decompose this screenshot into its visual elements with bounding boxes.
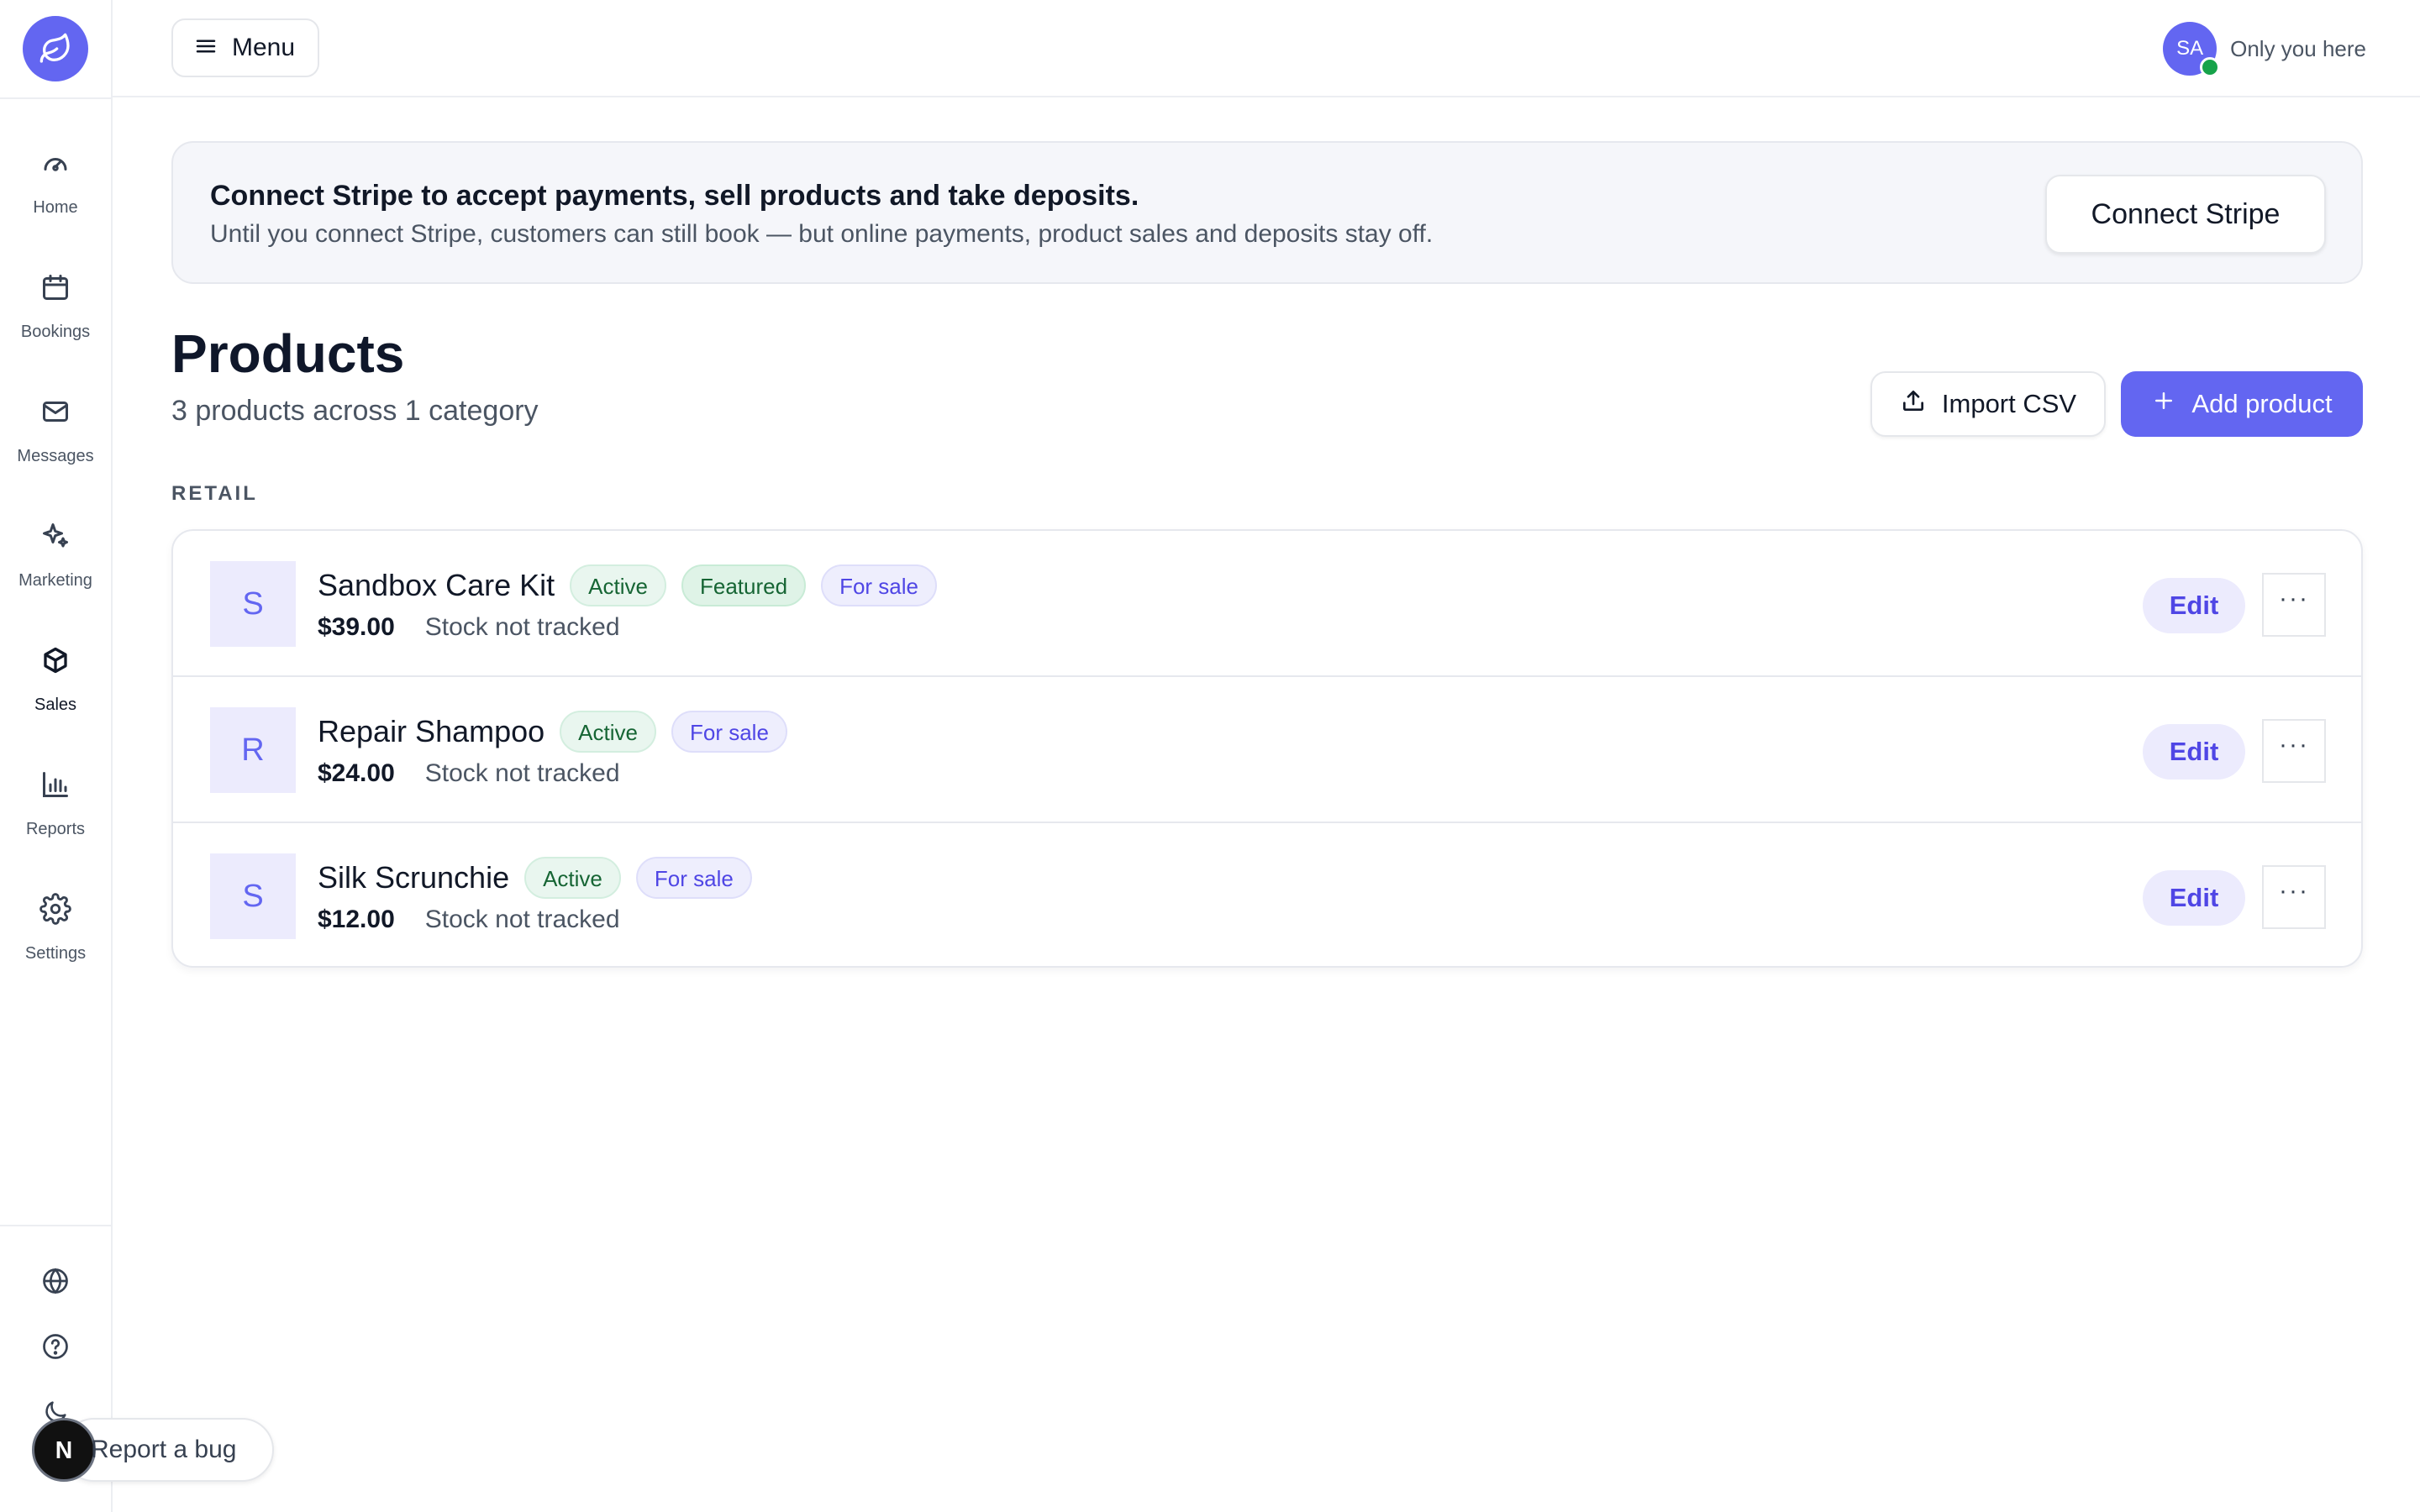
sidebar-item-home[interactable]: Home [0,134,111,259]
stock-status: Stock not tracked [424,906,620,933]
more-options-button[interactable]: ··· [2262,573,2326,637]
sidebar-item-reports[interactable]: Reports [0,756,111,880]
leaf-logo-icon[interactable] [23,16,88,81]
product-heading: Silk Scrunchie Active For sale [318,857,752,899]
user-presence: SA Only you here [2163,22,2366,77]
svg-text:N: N [55,1437,72,1464]
product-price: $39.00 [318,613,395,641]
edit-button[interactable]: Edit [2143,578,2245,633]
sidebar-item-messages[interactable]: Messages [0,383,111,507]
status-badge: Active [524,857,621,899]
product-name[interactable]: Sandbox Care Kit [318,568,555,603]
product-thumbnail: S [210,561,296,647]
banner-title: Connect Stripe to accept payments, sell … [210,180,1139,212]
globe-icon[interactable] [0,1248,111,1314]
upload-icon [1900,387,1927,421]
gear-icon [39,892,72,926]
sidebar-item-label: Settings [24,944,87,963]
product-meta: $24.00 Stock not tracked [318,759,620,788]
sidebar-item-label: Home [33,198,78,217]
product-name[interactable]: Silk Scrunchie [318,860,509,895]
sidebar: Home Bookings Messages Marketing Sales R… [0,0,113,1512]
sparkles-icon [39,519,72,553]
report-bug-label[interactable]: Report a bug [91,1436,236,1464]
product-list: S Sandbox Care Kit Active Featured For s… [171,529,2363,968]
product-price: $12.00 [318,906,395,933]
sidebar-item-bookings[interactable]: Bookings [0,259,111,383]
for-sale-badge: For sale [821,564,937,606]
help-icon[interactable] [0,1314,111,1379]
product-thumbnail: S [210,853,296,939]
stock-status: Stock not tracked [424,759,620,787]
status-badge: Active [560,711,656,753]
sidebar-item-label: Bookings [20,323,91,341]
page-subtitle: 3 products across 1 category [171,395,539,427]
stripe-banner: Connect Stripe to accept payments, sell … [171,141,2363,284]
product-thumbnail: R [210,707,296,793]
banner-description: Until you connect Stripe, customers can … [210,220,1434,248]
menu-label: Menu [232,34,296,61]
online-status-icon [2200,57,2221,77]
sidebar-utilities [0,1225,111,1445]
gauge-icon [39,146,72,180]
stock-status: Stock not tracked [424,613,620,641]
calendar-icon [39,270,72,304]
box-icon [39,643,72,677]
logo-area [0,0,111,99]
featured-badge: Featured [681,564,807,606]
category-label: RETAIL [171,482,258,505]
sidebar-item-label: Messages [17,447,94,465]
sidebar-item-label: Marketing [18,571,92,590]
presence-text: Only you here [2230,35,2366,61]
edit-button[interactable]: Edit [2143,724,2245,780]
avatar-initials: SA [2176,37,2204,60]
hamburger-icon [193,34,218,63]
product-row: S Sandbox Care Kit Active Featured For s… [173,531,2361,677]
add-product-label: Add product [2191,389,2333,418]
avatar[interactable]: SA [2163,22,2221,77]
product-meta: $12.00 Stock not tracked [318,906,620,934]
sidebar-item-marketing[interactable]: Marketing [0,507,111,632]
product-row: R Repair Shampoo Active For sale $24.00 … [173,677,2361,823]
add-product-button[interactable]: Add product [2121,371,2363,437]
import-csv-button[interactable]: Import CSV [1870,371,2106,437]
page-title: Products [171,323,405,384]
product-price: $24.00 [318,759,395,787]
product-meta: $39.00 Stock not tracked [318,613,620,642]
connect-stripe-button[interactable]: Connect Stripe [2045,175,2326,254]
sidebar-item-sales[interactable]: Sales [0,632,111,756]
n-badge-icon[interactable]: N [32,1418,96,1482]
bar-chart-icon [39,768,72,801]
product-heading: Sandbox Care Kit Active Featured For sal… [318,564,937,606]
more-options-button[interactable]: ··· [2262,865,2326,929]
top-bar: Menu SA Only you here [113,0,2420,97]
sidebar-item-settings[interactable]: Settings [0,880,111,1005]
mail-icon [39,395,72,428]
status-badge: Active [570,564,666,606]
product-row: S Silk Scrunchie Active For sale $12.00 … [173,823,2361,966]
import-csv-label: Import CSV [1941,389,2077,418]
product-name[interactable]: Repair Shampoo [318,714,544,749]
sidebar-item-label: Sales [34,696,77,714]
for-sale-badge: For sale [635,857,752,899]
product-heading: Repair Shampoo Active For sale [318,711,787,753]
sidebar-item-label: Reports [25,820,86,838]
plus-icon [2151,388,2176,420]
sidebar-nav: Home Bookings Messages Marketing Sales R… [0,134,111,1005]
report-bug-widget[interactable]: N Report a bug [32,1418,274,1482]
menu-button[interactable]: Menu [171,18,319,77]
for-sale-badge: For sale [671,711,787,753]
edit-button[interactable]: Edit [2143,870,2245,926]
more-options-button[interactable]: ··· [2262,719,2326,783]
